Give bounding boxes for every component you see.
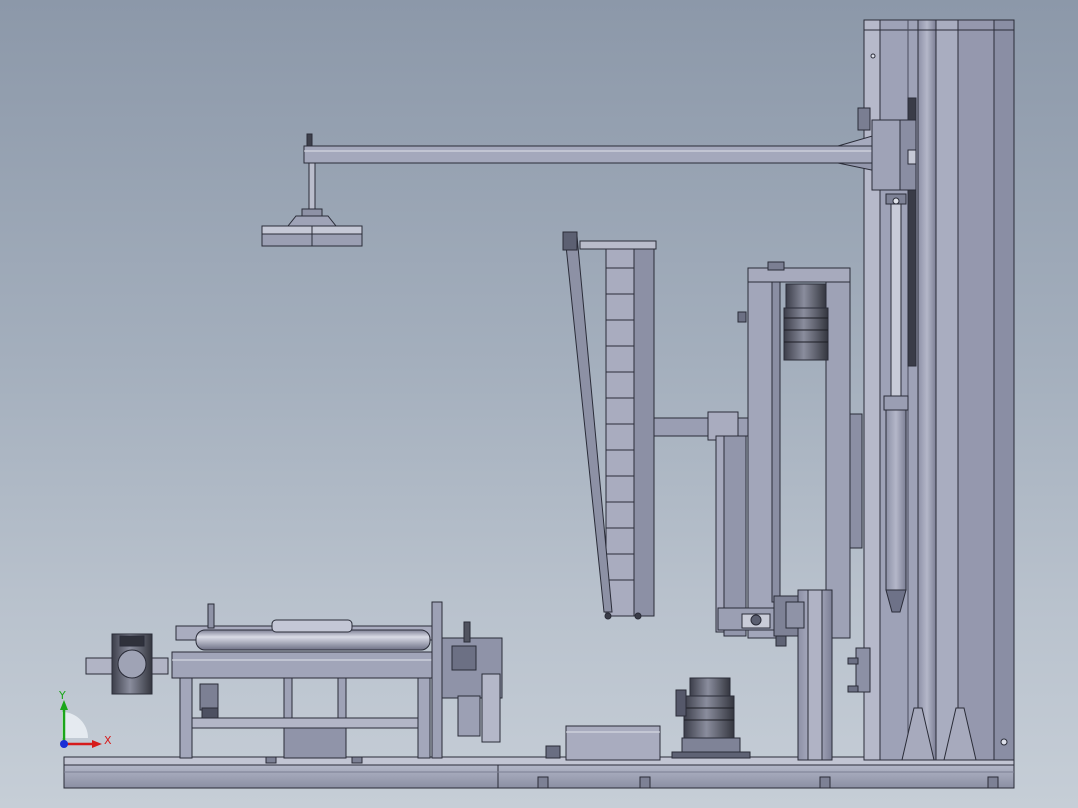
x-axis-label: X <box>104 734 112 747</box>
base-frame <box>63 756 1015 789</box>
machine-assembly-drawing: Y X <box>58 19 1015 789</box>
y-axis-label: Y <box>58 689 66 702</box>
coordinate-triad-icon: Y X <box>58 689 112 748</box>
carriage-frame <box>715 261 863 761</box>
gear-motor <box>545 677 751 761</box>
boom-arm <box>261 107 917 247</box>
roller-conveyor <box>85 601 503 759</box>
cad-viewport[interactable]: Y X <box>0 0 1078 808</box>
